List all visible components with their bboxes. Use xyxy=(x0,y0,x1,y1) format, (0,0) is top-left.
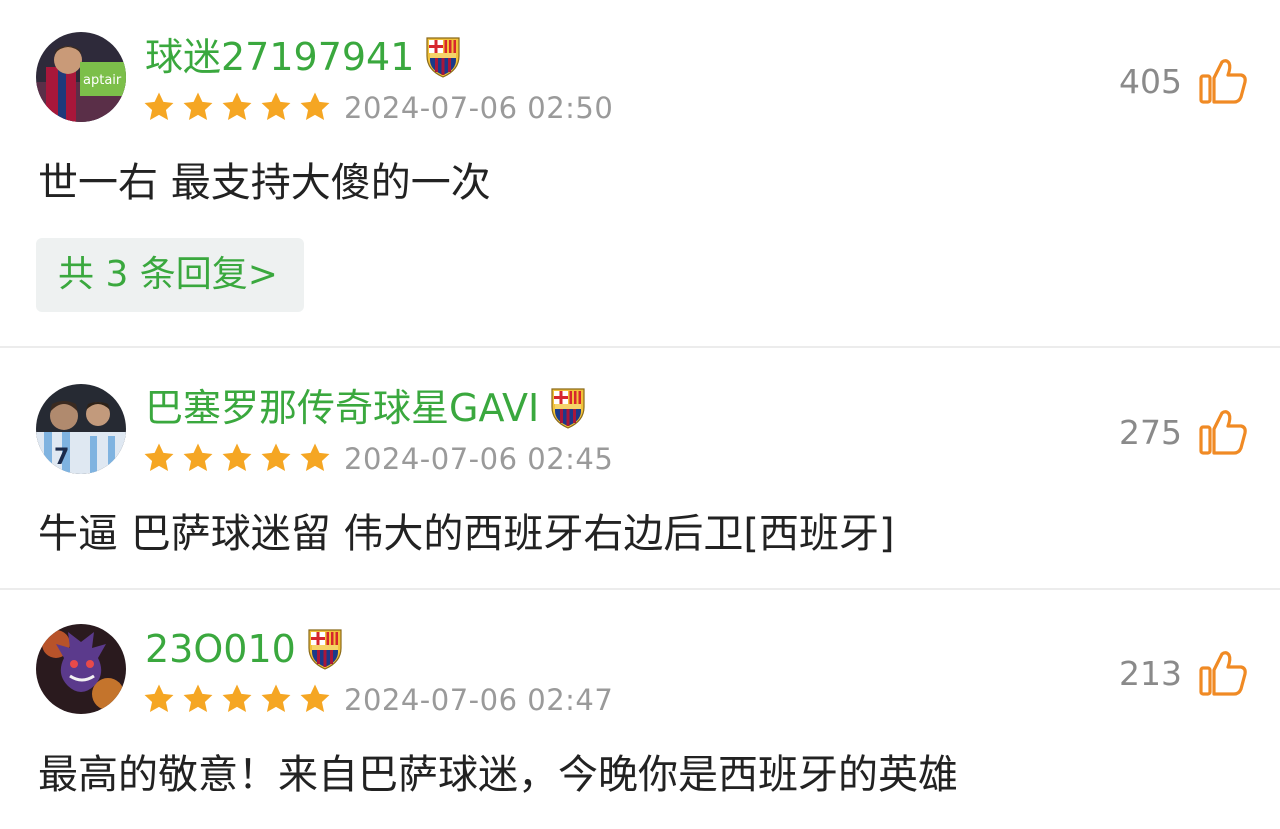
star-icon xyxy=(183,684,213,713)
view-replies-button[interactable]: 共 3 条回复> xyxy=(36,238,304,312)
star-icon xyxy=(300,92,330,121)
thumbs-up-icon[interactable] xyxy=(1198,648,1248,698)
username-text: 23O010 xyxy=(145,627,296,671)
star-icon xyxy=(300,684,330,713)
comment-item: aptair 球迷27197941 2024-07-06 02:50 405 世… xyxy=(0,0,1280,346)
star-icon xyxy=(261,92,291,121)
comment-text: 最高的敬意！来自巴萨球迷，今晚你是西班牙的英雄 xyxy=(38,752,958,798)
avatar-label: aptair xyxy=(83,73,122,88)
like-count: 405 xyxy=(1119,62,1182,101)
username-text: 球迷27197941 xyxy=(145,35,415,79)
comment-item: 23O010 2024-07-06 02:47 213 最高的敬意！来自巴萨球迷… xyxy=(0,590,1280,829)
rating-stars xyxy=(142,441,332,475)
like-count: 275 xyxy=(1119,413,1182,452)
star-icon xyxy=(144,684,174,713)
thumbs-up-icon[interactable] xyxy=(1198,407,1248,457)
fc-barcelona-crest-icon xyxy=(549,387,587,429)
comment-text: 世一右 最支持大傻的一次 xyxy=(38,160,491,206)
fc-barcelona-crest-icon xyxy=(424,36,462,78)
thumbs-up-icon[interactable] xyxy=(1198,56,1248,106)
rating-stars xyxy=(142,682,332,716)
star-icon xyxy=(261,443,291,472)
fc-barcelona-crest-icon xyxy=(306,628,344,670)
username-text: 巴塞罗那传奇球星GAVI xyxy=(145,386,540,430)
comment-date: 2024-07-06 02:47 xyxy=(344,683,614,717)
avatar[interactable]: 7 xyxy=(36,384,126,474)
like-count: 213 xyxy=(1119,654,1182,693)
avatar[interactable] xyxy=(36,624,126,714)
star-icon xyxy=(300,443,330,472)
avatar[interactable]: aptair xyxy=(36,32,126,122)
star-icon xyxy=(183,443,213,472)
username[interactable]: 巴塞罗那传奇球星GAVI xyxy=(145,385,587,431)
star-icon xyxy=(183,92,213,121)
star-icon xyxy=(144,443,174,472)
comment-date: 2024-07-06 02:45 xyxy=(344,442,614,476)
comment-text: 牛逼 巴萨球迷留 伟大的西班牙右边后卫[西班牙] xyxy=(38,511,895,557)
username[interactable]: 球迷27197941 xyxy=(145,34,462,80)
star-icon xyxy=(144,92,174,121)
star-icon xyxy=(222,684,252,713)
rating-stars xyxy=(142,90,332,124)
comment-date: 2024-07-06 02:50 xyxy=(344,91,614,125)
star-icon xyxy=(222,92,252,121)
star-icon xyxy=(222,443,252,472)
comment-item: 7 巴塞罗那传奇球星GAVI 2024-07-06 02:45 275 牛逼 巴… xyxy=(0,348,1280,588)
svg-text:7: 7 xyxy=(54,445,69,470)
star-icon xyxy=(261,684,291,713)
username[interactable]: 23O010 xyxy=(145,626,344,672)
